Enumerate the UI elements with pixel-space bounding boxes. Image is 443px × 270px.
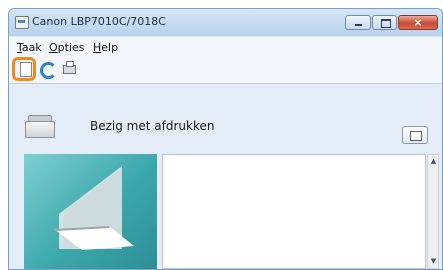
menu-opties-accel: O [49,41,58,54]
details-icon [410,131,422,141]
scroll-down-icon[interactable]: ▼ [429,257,438,266]
details-button[interactable] [402,126,428,144]
status-content: Bezig met afdrukken ▲ ▼ [9,84,442,269]
printer-settings-button[interactable] [61,61,77,77]
printer-status-window: Canon LBP7010C/7018C × Taak Opties Help [8,8,443,270]
printing-animation [24,154,157,269]
title-bar[interactable]: Canon LBP7010C/7018C × [9,9,442,36]
menu-taak-rest: aak [21,41,42,54]
scroll-up-icon[interactable]: ▲ [429,157,438,166]
printer-body-part [25,121,55,138]
toolbar [9,57,442,84]
close-icon: × [413,16,423,29]
menu-opties[interactable]: Opties [49,41,85,54]
minimize-icon [355,24,362,26]
message-scrollbar[interactable]: ▲ ▼ [427,154,439,269]
refresh-button[interactable] [39,61,57,79]
close-button[interactable]: × [398,15,438,30]
page-button[interactable] [18,61,34,77]
menu-opties-rest: pties [57,41,85,54]
refresh-icon [40,62,57,79]
menu-bar: Taak Opties Help [9,37,442,57]
maximize-button[interactable] [372,15,397,30]
window-title: Canon LBP7010C/7018C [32,15,166,28]
maximize-icon [381,19,391,28]
printer-settings-icon [63,61,76,74]
status-message: Bezig met afdrukken [90,119,215,133]
printer-icon [25,115,55,138]
menu-help-rest: elp [101,41,119,54]
page-icon [20,62,32,77]
printing-paper-graphic [54,166,134,250]
minimize-button[interactable] [345,15,371,30]
menu-help[interactable]: Help [93,41,118,54]
message-pane [162,154,426,269]
menu-taak[interactable]: Taak [17,41,42,54]
printer-app-icon [15,16,29,29]
